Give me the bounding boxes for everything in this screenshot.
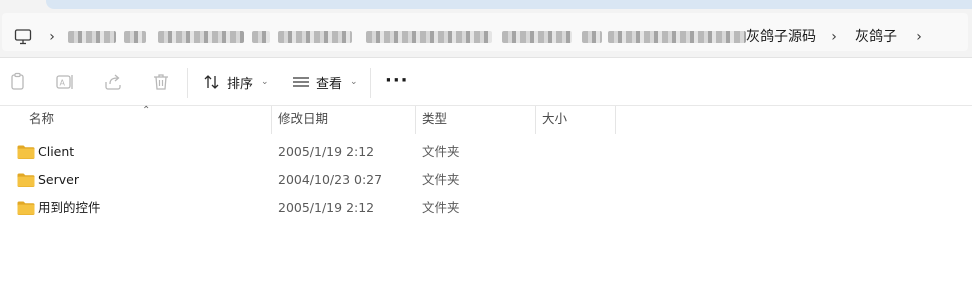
redacted-path-segment	[252, 31, 270, 43]
redacted-path-segment	[582, 31, 602, 43]
redacted-path-segment	[608, 31, 746, 43]
column-divider[interactable]	[615, 106, 616, 134]
redacted-path-segment	[502, 31, 572, 43]
file-name[interactable]: Server	[38, 170, 79, 190]
address-bar[interactable]: › 灰鸽子源码 › 灰鸽子 ›	[0, 10, 972, 58]
column-header-size[interactable]: 大小	[536, 106, 615, 134]
redacted-path-segment	[124, 31, 146, 43]
file-type: 文件夹	[422, 200, 460, 215]
file-row[interactable]: Server 2004/10/23 0:27 文件夹	[0, 166, 972, 194]
address-bar-field[interactable]: › 灰鸽子源码 › 灰鸽子 ›	[2, 13, 968, 51]
breadcrumb-item[interactable]: 灰鸽子	[855, 27, 897, 47]
redacted-path-segment	[366, 31, 492, 43]
redacted-path-segment	[158, 31, 244, 43]
view-button[interactable]: 查看 ⌄	[292, 70, 358, 94]
svg-text:A: A	[60, 79, 66, 88]
computer-icon[interactable]	[14, 28, 32, 46]
column-header-modified[interactable]: 修改日期	[272, 106, 415, 134]
file-type: 文件夹	[422, 144, 460, 159]
more-options-button[interactable]: ···	[385, 72, 409, 90]
file-type: 文件夹	[422, 172, 460, 187]
share-icon[interactable]	[103, 72, 123, 92]
toolbar-separator	[370, 68, 371, 98]
folder-icon	[17, 173, 35, 187]
breadcrumb-chevron-icon[interactable]: ›	[46, 28, 58, 46]
sort-label: 排序	[227, 76, 254, 92]
file-modified: 2005/1/19 2:12	[278, 200, 375, 215]
file-name[interactable]: Client	[38, 142, 74, 162]
chevron-down-icon: ⌄	[350, 77, 358, 87]
column-header-row: ⌃ 名称 修改日期 类型 大小	[0, 105, 972, 134]
column-header-type[interactable]: 类型	[416, 106, 535, 134]
file-modified: 2005/1/19 2:12	[278, 144, 375, 159]
breadcrumb-chevron-icon[interactable]: ›	[913, 28, 925, 46]
sort-button[interactable]: 排序 ⌄	[203, 70, 269, 94]
toolbar-separator	[187, 68, 188, 98]
copy-icon[interactable]	[8, 72, 28, 92]
column-header-name[interactable]: 名称	[23, 106, 271, 134]
folder-icon	[17, 145, 35, 159]
file-row[interactable]: Client 2005/1/19 2:12 文件夹	[0, 138, 972, 166]
command-bar: A 排序 ⌄ 查看 ⌄ ···	[0, 58, 972, 106]
redacted-path-segment	[68, 31, 116, 43]
view-icon	[293, 77, 309, 87]
sort-icon	[204, 75, 219, 89]
tab-edge	[46, 0, 972, 9]
file-modified: 2004/10/23 0:27	[278, 172, 383, 187]
file-name[interactable]: 用到的控件	[38, 198, 101, 218]
delete-icon[interactable]	[151, 72, 171, 92]
window-top-strip	[0, 0, 972, 10]
view-label: 查看	[316, 76, 343, 92]
file-row[interactable]: 用到的控件 2005/1/19 2:12 文件夹	[0, 194, 972, 222]
rename-icon[interactable]: A	[55, 72, 75, 92]
chevron-down-icon: ⌄	[261, 77, 269, 87]
breadcrumb-chevron-icon[interactable]: ›	[828, 28, 840, 46]
redacted-path-segment	[278, 31, 352, 43]
folder-icon	[17, 201, 35, 215]
breadcrumb-item[interactable]: 灰鸽子源码	[746, 27, 816, 47]
